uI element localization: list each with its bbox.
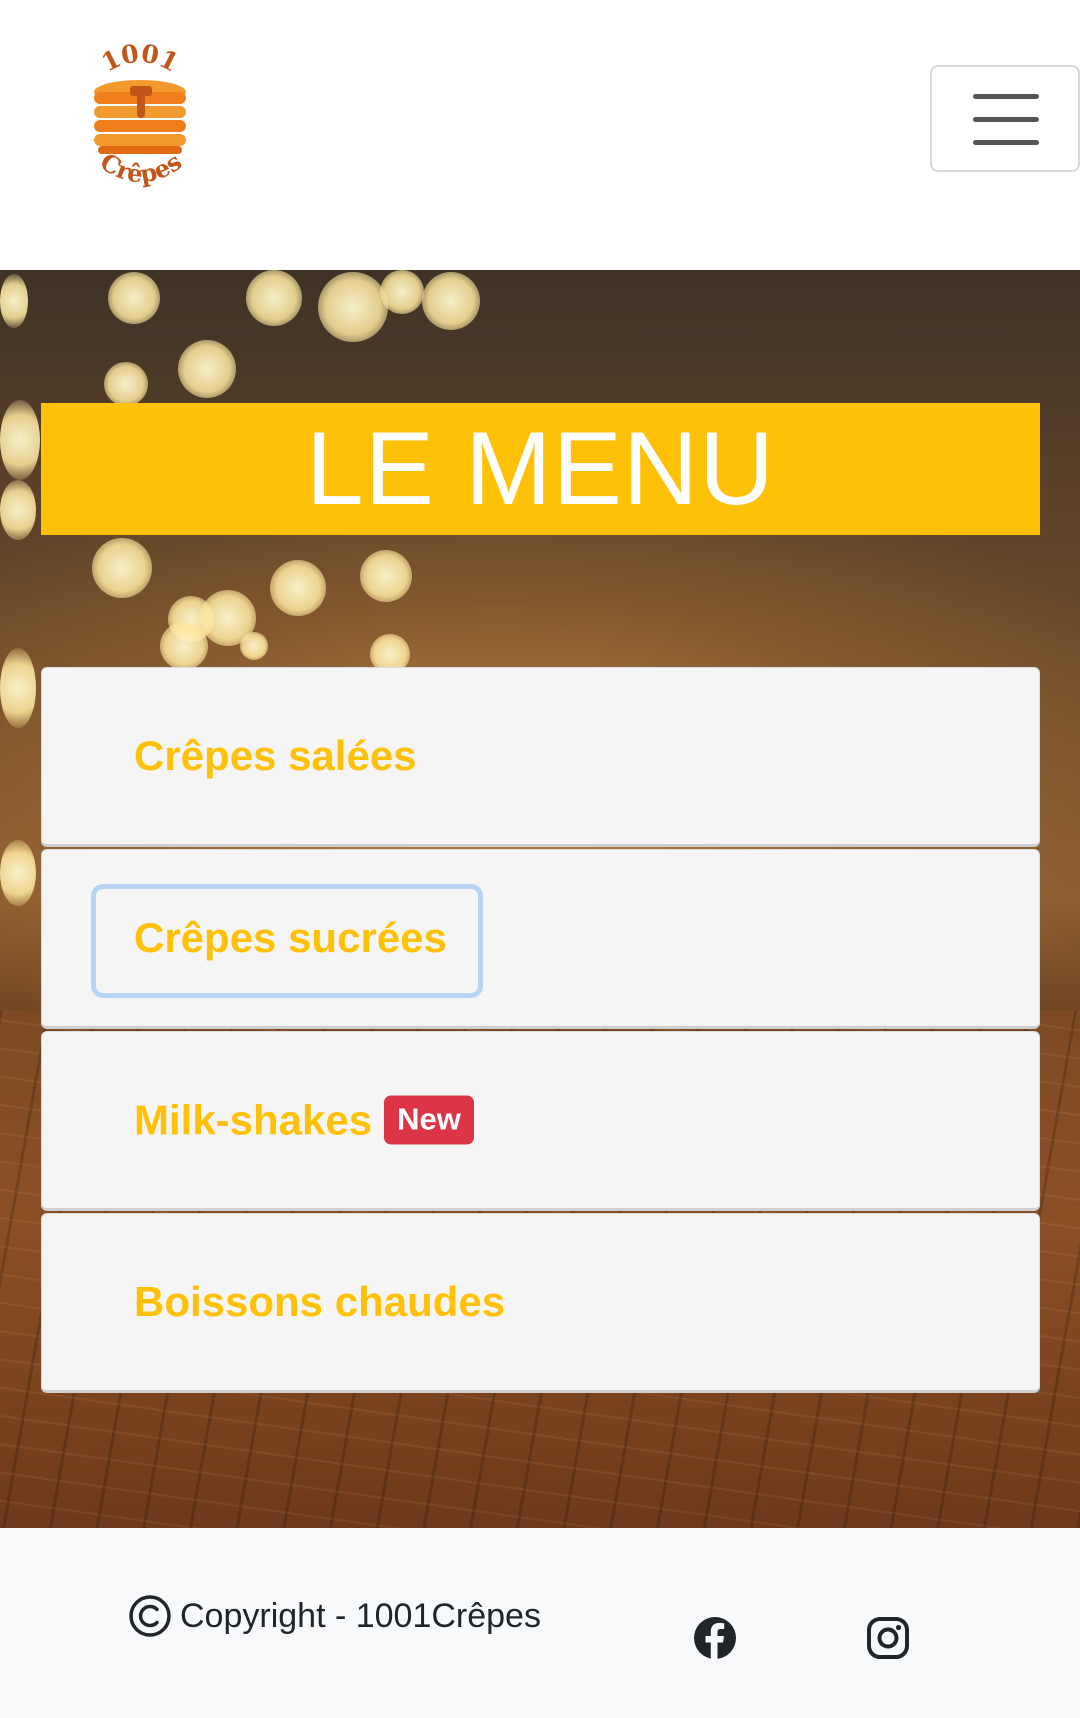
menu-item-label[interactable]: Crêpes salées	[134, 732, 417, 780]
site-footer: Copyright - 1001Crêpes	[0, 1528, 1080, 1718]
logo-top-text: 1001	[97, 39, 183, 78]
pancake-stack-logo: 1001 Crêpes	[94, 39, 187, 189]
menu-item-boissons-chaudes[interactable]: Boissons chaudes	[41, 1213, 1040, 1393]
menu-item-crepes-sucrees[interactable]: Crêpes sucrées	[41, 849, 1040, 1029]
menu-item-crepes-salees[interactable]: Crêpes salées	[41, 667, 1040, 847]
copyright-text: Copyright - 1001Crêpes	[180, 1596, 541, 1635]
menu-item-label[interactable]: Milk-shakes	[134, 1096, 372, 1144]
menu-title-band: LE MENU	[41, 403, 1040, 535]
brand-logo-link[interactable]: 1001 Crêpes	[80, 39, 200, 202]
facebook-link[interactable]	[693, 1616, 737, 1660]
svg-text:1001: 1001	[97, 42, 183, 78]
site-header: 1001 Crêpes	[0, 0, 1080, 270]
copyright-icon	[129, 1595, 171, 1637]
instagram-link[interactable]	[866, 1616, 910, 1660]
copyright: Copyright - 1001Crêpes	[128, 1594, 541, 1638]
facebook-icon	[694, 1617, 736, 1659]
menu-hero-section: LE MENU Crêpes salées Crêpes sucrées Mil…	[0, 270, 1080, 1528]
menu-item-milk-shakes[interactable]: Milk-shakes New	[41, 1031, 1040, 1211]
navbar-toggle-button[interactable]	[930, 65, 1080, 172]
instagram-icon	[867, 1617, 909, 1659]
new-badge: New	[384, 1095, 474, 1145]
menu-category-list: Crêpes salées Crêpes sucrées Milk-shakes…	[41, 667, 1040, 1395]
menu-item-label[interactable]: Crêpes sucrées	[134, 914, 447, 962]
menu-item-label[interactable]: Boissons chaudes	[134, 1278, 505, 1326]
page-title: LE MENU	[305, 410, 776, 527]
